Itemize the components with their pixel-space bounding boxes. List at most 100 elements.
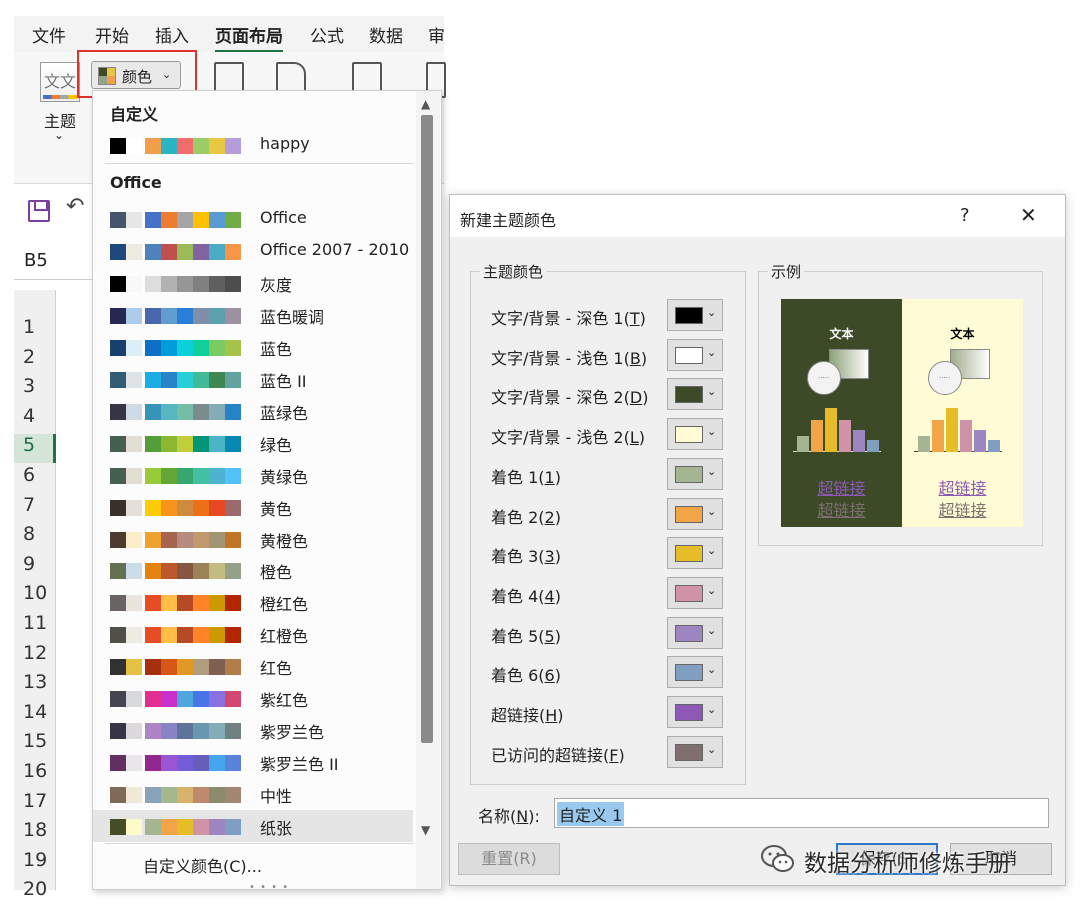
color-picker-button[interactable]: ⌄ xyxy=(667,576,723,609)
palette-item[interactable]: 红色 xyxy=(93,650,413,682)
palette-item[interactable]: 灰度 xyxy=(93,267,413,299)
help-icon[interactable]: ? xyxy=(960,205,970,226)
row-headers: 1 2 3 4 5 6 7 8 9 10 11 12 13 14 15 16 17 18 19 20 xyxy=(14,290,56,900)
color-picker-button[interactable]: ⌄ xyxy=(667,537,723,570)
row-header[interactable]: 18 xyxy=(14,819,56,848)
palette-swatch xyxy=(145,339,161,356)
palette-item[interactable]: 蓝色 xyxy=(93,331,413,363)
save-icon[interactable] xyxy=(28,200,50,222)
tab-home[interactable]: 开始 xyxy=(95,22,129,47)
color-picker-button[interactable]: ⌄ xyxy=(667,338,723,371)
resize-grip-icon[interactable]: • • • • xyxy=(249,882,289,893)
palette-item[interactable]: 黄橙色 xyxy=(93,523,413,555)
palette-swatch xyxy=(126,499,142,516)
palette-swatch xyxy=(145,787,161,804)
color-picker-button[interactable]: ⌄ xyxy=(667,378,723,411)
color-swatch xyxy=(675,624,703,642)
color-picker-button[interactable]: ⌄ xyxy=(667,656,723,689)
dropdown-scrollbar[interactable]: ▲ ▼ xyxy=(416,91,440,889)
row-header[interactable]: 20 xyxy=(14,878,56,907)
palette-item[interactable]: 绿色 xyxy=(93,427,413,459)
row-header[interactable]: 7 xyxy=(14,494,56,523)
sample-circle xyxy=(928,361,962,395)
palette-item[interactable]: Office 2007 - 2010 xyxy=(93,235,413,267)
row-header[interactable]: 6 xyxy=(14,464,56,493)
watermark-text: 数据分析师修炼手册 xyxy=(804,851,1011,877)
undo-icon[interactable]: ↶ xyxy=(66,194,84,219)
palette-item[interactable]: 红橙色 xyxy=(93,618,413,650)
color-picker-button[interactable]: ⌄ xyxy=(667,299,723,331)
row-header[interactable]: 15 xyxy=(14,730,56,759)
palette-item[interactable]: 中性 xyxy=(93,778,413,810)
row-header[interactable]: 13 xyxy=(14,671,56,700)
palette-swatch xyxy=(209,138,225,154)
scroll-down-icon[interactable]: ▼ xyxy=(421,823,430,837)
palette-swatch xyxy=(110,787,126,804)
row-header[interactable]: 12 xyxy=(14,642,56,671)
palette-item[interactable]: 蓝色暖调 xyxy=(93,299,413,331)
row-header[interactable]: 17 xyxy=(14,790,56,819)
palette-swatch xyxy=(126,339,142,356)
palette-item[interactable]: 紫罗兰色 II xyxy=(93,746,413,778)
row-header[interactable]: 5 xyxy=(14,434,56,464)
tab-data[interactable]: 数据 xyxy=(369,22,403,47)
row-header[interactable]: 1 xyxy=(14,316,56,345)
palette-item[interactable]: happy xyxy=(93,129,413,161)
row-header[interactable]: 11 xyxy=(14,612,56,641)
row-header[interactable]: 8 xyxy=(14,523,56,552)
tab-review[interactable]: 审 xyxy=(428,22,445,47)
palette-item[interactable]: 黄绿色 xyxy=(93,459,413,491)
palette-item[interactable]: 紫罗兰色 xyxy=(93,714,413,746)
palette-item[interactable]: 橙色 xyxy=(93,554,413,586)
palette-item[interactable]: 橙红色 xyxy=(93,586,413,618)
name-input[interactable]: 自定义 1 xyxy=(554,798,1049,828)
scroll-up-icon[interactable]: ▲ xyxy=(421,97,430,111)
scroll-thumb[interactable] xyxy=(421,115,433,743)
theme-colors-dropdown: 自定义 happy Office Office Office 2007 - 201… xyxy=(92,90,442,893)
color-picker-button[interactable]: ⌄ xyxy=(667,457,723,490)
tab-file[interactable]: 文件 xyxy=(32,22,66,47)
sample-chart xyxy=(793,408,881,452)
color-picker-button[interactable]: ⌄ xyxy=(667,696,723,728)
custom-colors-link[interactable]: 自定义颜色(C)... xyxy=(143,853,262,877)
color-picker-button[interactable]: ⌄ xyxy=(667,616,723,649)
palette-item[interactable]: Office xyxy=(93,203,413,235)
color-picker-button[interactable]: ⌄ xyxy=(667,735,723,768)
row-header[interactable]: 10 xyxy=(14,582,56,611)
palette-swatch xyxy=(209,212,225,228)
palette-swatch xyxy=(161,339,177,356)
palette-item[interactable]: 紫红色 xyxy=(93,682,413,714)
palette-swatch xyxy=(209,275,225,292)
tab-insert[interactable]: 插入 xyxy=(155,22,189,47)
row-header[interactable]: 16 xyxy=(14,760,56,789)
palette-name: 黄橙色 xyxy=(260,531,309,551)
palette-item[interactable]: 纸张 xyxy=(93,810,413,843)
row-header[interactable]: 4 xyxy=(14,405,56,434)
tab-page-layout[interactable]: 页面布局 xyxy=(215,22,283,53)
color-picker-button[interactable]: ⌄ xyxy=(667,497,723,530)
color-field-accesskey: 4 xyxy=(544,586,555,606)
palette-item[interactable]: 蓝绿色 xyxy=(93,395,413,427)
row-header[interactable]: 14 xyxy=(14,701,56,730)
palette-item[interactable]: 蓝色 II xyxy=(93,363,413,395)
reset-button[interactable]: 重置(R) xyxy=(458,843,560,875)
row-header[interactable]: 2 xyxy=(14,346,56,375)
color-swatch xyxy=(675,307,703,324)
palette-swatch xyxy=(161,723,177,740)
palette-swatch xyxy=(145,435,161,452)
palette-item[interactable]: 黄色 xyxy=(93,491,413,523)
palette-name: 蓝色暖调 xyxy=(260,307,325,327)
palette-swatch xyxy=(110,371,126,388)
grid-area[interactable] xyxy=(56,290,96,890)
tab-formulas[interactable]: 公式 xyxy=(310,22,344,47)
new-theme-colors-dialog: 新建主题颜色 ? ✕ 主题颜色 文字/背景 - 深色 1(T) ⌄ 文字/背景 - … xyxy=(449,194,1066,886)
palette-swatch xyxy=(193,755,209,772)
row-header[interactable]: 9 xyxy=(14,553,56,582)
palette-swatch xyxy=(225,755,241,772)
row-header[interactable]: 19 xyxy=(14,849,56,878)
name-box[interactable]: B5 xyxy=(14,244,94,280)
row-header[interactable]: 3 xyxy=(14,375,56,404)
close-icon[interactable]: ✕ xyxy=(1020,203,1037,227)
color-field-label: 着色 2(2) xyxy=(491,507,561,527)
color-picker-button[interactable]: ⌄ xyxy=(667,418,723,451)
